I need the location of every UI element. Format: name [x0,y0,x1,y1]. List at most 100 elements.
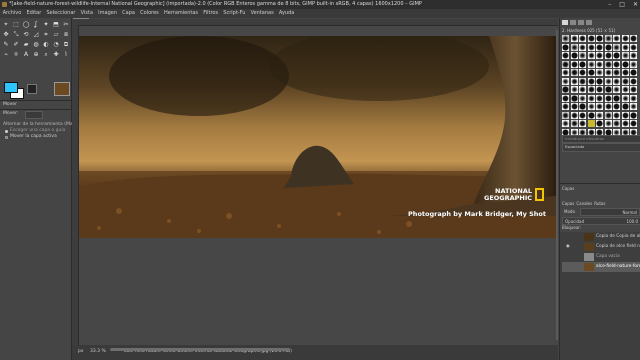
paintbrush-icon[interactable]: ✐ [12,41,20,49]
brush-preset[interactable] [613,94,620,102]
brush-preset[interactable] [630,60,637,68]
move-mode-selector[interactable] [25,111,43,119]
brush-preset[interactable] [579,60,586,68]
brush-preset[interactable] [630,94,637,102]
brush-preset[interactable] [596,35,603,42]
brush-preset[interactable] [570,77,578,85]
document-tab-icon[interactable] [586,20,592,25]
brush-preset[interactable] [570,120,578,127]
heal-icon[interactable]: ◔ [52,41,60,49]
brush-preset[interactable] [596,60,603,68]
menu-script-fu[interactable]: Script-Fu [221,9,248,18]
brush-preset[interactable] [621,94,629,102]
brush-preset[interactable] [570,69,578,76]
flip-icon[interactable]: ⧈ [62,31,70,39]
swap-colors-icon[interactable] [27,84,37,94]
brush-preset[interactable] [621,103,629,110]
foreground-select-icon[interactable]: ✥ [2,31,10,39]
brush-preset[interactable] [630,69,637,76]
text-icon[interactable]: A [22,51,30,59]
brush-preset[interactable] [630,103,637,110]
menu-editar[interactable]: Editar [24,9,44,18]
brush-preset[interactable] [613,111,620,119]
scissors-icon[interactable]: ✂ [62,21,70,29]
brush-preset[interactable] [621,60,629,68]
brush-preset[interactable] [562,35,569,42]
brush-preset[interactable] [579,86,586,93]
foreground-color-swatch[interactable] [4,82,18,93]
brush-preset[interactable] [613,60,620,68]
path-icon[interactable]: ⍟ [12,51,20,59]
dodge-icon[interactable]: ⌁ [2,51,10,59]
brush-preset[interactable] [630,77,637,85]
brush-preset[interactable] [587,35,595,42]
eraser-icon[interactable]: ▰ [22,41,30,49]
brush-preset[interactable] [621,86,629,93]
brush-preset[interactable] [570,111,578,119]
brush-preset[interactable] [579,103,586,110]
menu-herramientas[interactable]: Herramientas [161,9,200,18]
brush-preset[interactable] [621,35,629,42]
brush-preset[interactable] [579,43,586,51]
brush-preset[interactable] [630,52,637,59]
pattern-tab-icon[interactable] [570,20,576,25]
image-canvas[interactable]: NATIONAL GEOGRAPHIC Photograph by Mark B… [79,36,556,238]
brush-preset[interactable] [613,77,620,85]
brush-preset[interactable] [621,52,629,59]
brush-preset[interactable] [570,94,578,102]
zoom-level[interactable]: 33.3 % [90,349,106,354]
brush-preset[interactable] [596,94,603,102]
crop-icon[interactable]: ⤡ [12,31,20,39]
opacity-slider[interactable]: Opacidad 100.0 [562,217,640,225]
menu-ventanas[interactable]: Ventanas [248,9,276,18]
fuzzy-select-icon[interactable]: ✦ [42,21,50,29]
mode-dropdown[interactable]: Normal [580,208,640,216]
brush-preset[interactable] [570,52,578,59]
pencil-icon[interactable]: ✎ [2,41,10,49]
menu-colores[interactable]: Colores [138,9,162,18]
brush-preset[interactable] [579,120,586,127]
brush-preset[interactable] [604,120,612,127]
brush-preset[interactable] [562,43,569,51]
eye-icon[interactable]: ◉ [566,242,570,252]
brush-tab-icon[interactable] [562,20,568,25]
brush-preset[interactable] [613,120,620,127]
brush-preset[interactable] [630,111,637,119]
brush-preset[interactable] [604,43,612,51]
color-picker-icon[interactable]: ✚ [52,51,60,59]
brush-preset[interactable] [596,120,603,127]
font-tab-icon[interactable] [578,20,584,25]
brush-preset[interactable] [621,120,629,127]
layer-row[interactable]: Capa vacía [562,252,640,262]
scale-icon[interactable]: ◿ [32,31,40,39]
menu-archivo[interactable]: Archivo [0,9,24,18]
airbrush-icon[interactable]: ◍ [32,41,40,49]
brush-preset[interactable] [562,111,569,119]
brush-preset[interactable] [596,43,603,51]
maximize-button[interactable]: □ [619,0,625,9]
brush-preset[interactable] [579,69,586,76]
brush-preset[interactable] [604,103,612,110]
menu-imagen[interactable]: Imagen [96,9,120,18]
brush-preset[interactable] [621,43,629,51]
brush-preset[interactable] [613,35,620,42]
brush-preset[interactable] [562,60,569,68]
brush-preset[interactable] [604,111,612,119]
brush-preset[interactable] [562,86,569,93]
brush-preset[interactable] [587,52,595,59]
brush-preset[interactable] [604,35,612,42]
brush-preset[interactable] [562,94,569,102]
brush-preset[interactable] [570,86,578,93]
tab-paths[interactable]: Rutas [594,201,605,206]
brush-preset[interactable] [630,43,637,51]
zoom-icon[interactable]: ⊕ [32,51,40,59]
brush-preset[interactable] [587,86,595,93]
brush-preset[interactable] [570,60,578,68]
smudge-icon[interactable]: ⧉ [62,41,70,49]
layer-row[interactable]: ◉ Copia de alce field nature... [562,242,640,252]
brush-tag-input[interactable]: Introduzca etiquetas [562,135,640,143]
brush-preset[interactable] [604,60,612,68]
brush-preset[interactable] [604,77,612,85]
brush-preset[interactable] [596,77,603,85]
brush-preset[interactable] [604,69,612,76]
